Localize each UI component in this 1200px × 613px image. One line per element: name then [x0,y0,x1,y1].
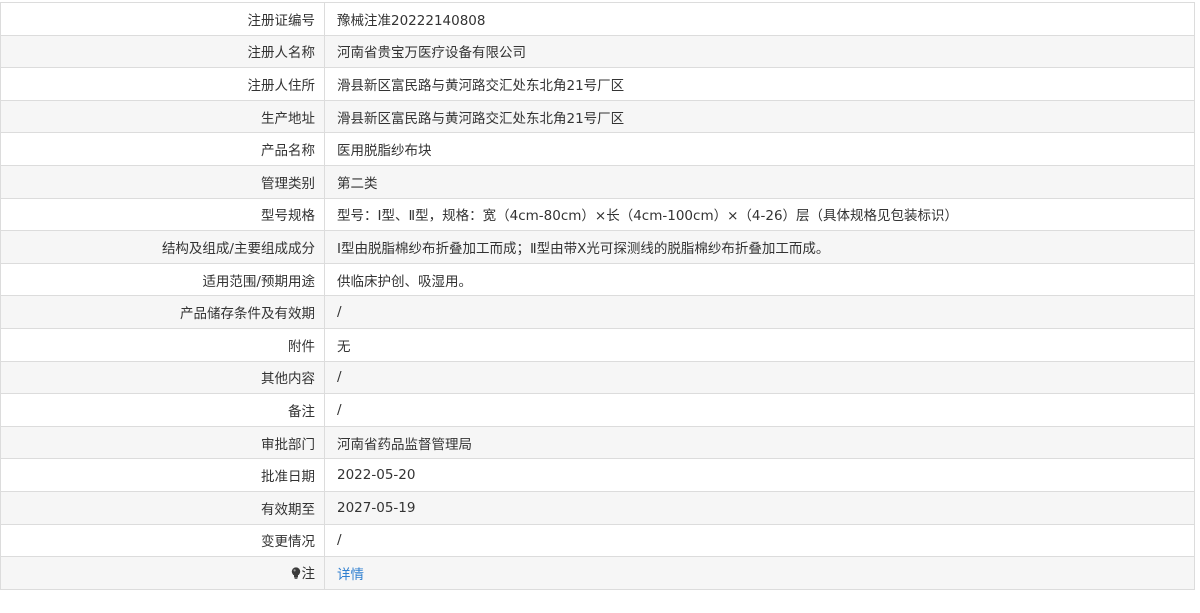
table-row: 附件 无 [0,327,1195,362]
table-row: 注册人名称 河南省贵宝万医疗设备有限公司 [0,34,1195,69]
row-label: 管理类别 [0,164,325,199]
row-label: 生产地址 [0,99,325,134]
row-label: 结构及组成/主要组成成分 [0,230,325,264]
table-row: 批准日期 2022-05-20 [0,458,1195,492]
table-row: 结构及组成/主要组成成分 Ⅰ型由脱脂棉纱布折叠加工而成；Ⅱ型由带X光可探测线的脱… [0,230,1195,264]
table-row: 产品储存条件及有效期 / [0,295,1195,329]
row-label: 型号规格 [0,197,325,232]
row-label: 注册人名称 [0,34,325,69]
row-value: / [324,295,1195,329]
row-value: / [324,360,1195,395]
table-row: 备注 / [0,393,1195,427]
row-value: 河南省药品监督管理局 [324,425,1195,460]
table-row: 管理类别 第二类 [0,164,1195,199]
note-value-cell: 详情 [324,556,1195,590]
details-link[interactable]: 详情 [337,567,364,583]
row-label: 其他内容 [0,360,325,395]
row-label: 产品名称 [0,132,325,166]
row-value: / [324,393,1195,427]
table-row: 注册人住所 滑县新区富民路与黄河路交汇处东北角21号厂区 [0,67,1195,101]
registration-detail-table: 注册证编号 豫械注准20222140808 注册人名称 河南省贵宝万医疗设备有限… [0,2,1195,590]
row-label: 变更情况 [0,523,325,558]
table-row: 审批部门 河南省药品监督管理局 [0,425,1195,460]
row-label: 注册人住所 [0,67,325,101]
registration-detail-panel: 注册证编号 豫械注准20222140808 注册人名称 河南省贵宝万医疗设备有限… [0,2,1195,590]
lightbulb-icon [291,567,301,583]
row-value: 医用脱脂纱布块 [324,132,1195,166]
row-label: 审批部门 [0,425,325,460]
row-label: 附件 [0,327,325,362]
row-value: 河南省贵宝万医疗设备有限公司 [324,34,1195,69]
row-value: 型号：Ⅰ型、Ⅱ型，规格：宽（4cm-80cm）×长（4cm-100cm）×（4-… [324,197,1195,232]
table-row: 适用范围/预期用途 供临床护创、吸湿用。 [0,262,1195,297]
table-row: 其他内容 / [0,360,1195,395]
note-label: 注 [301,566,316,583]
table-row: 变更情况 / [0,523,1195,558]
row-value: 2027-05-19 [324,490,1195,525]
note-label-cell: 注 [0,556,325,590]
row-value: 滑县新区富民路与黄河路交汇处东北角21号厂区 [324,99,1195,134]
table-row: 产品名称 医用脱脂纱布块 [0,132,1195,166]
table-row: 型号规格 型号：Ⅰ型、Ⅱ型，规格：宽（4cm-80cm）×长（4cm-100cm… [0,197,1195,232]
row-value: 供临床护创、吸湿用。 [324,262,1195,297]
row-value: / [324,523,1195,558]
note-row: 注 详情 [0,556,1195,590]
row-label: 有效期至 [0,490,325,525]
row-label: 适用范围/预期用途 [0,262,325,297]
row-value: 2022-05-20 [324,458,1195,492]
row-label: 备注 [0,393,325,427]
table-row: 生产地址 滑县新区富民路与黄河路交汇处东北角21号厂区 [0,99,1195,134]
row-value: 无 [324,327,1195,362]
row-label: 批准日期 [0,458,325,492]
table-row: 注册证编号 豫械注准20222140808 [0,2,1195,36]
row-value: 第二类 [324,164,1195,199]
row-label: 产品储存条件及有效期 [0,295,325,329]
table-row: 有效期至 2027-05-19 [0,490,1195,525]
row-value: 豫械注准20222140808 [324,2,1195,36]
row-label: 注册证编号 [0,2,325,36]
row-value: Ⅰ型由脱脂棉纱布折叠加工而成；Ⅱ型由带X光可探测线的脱脂棉纱布折叠加工而成。 [324,230,1195,264]
row-value: 滑县新区富民路与黄河路交汇处东北角21号厂区 [324,67,1195,101]
